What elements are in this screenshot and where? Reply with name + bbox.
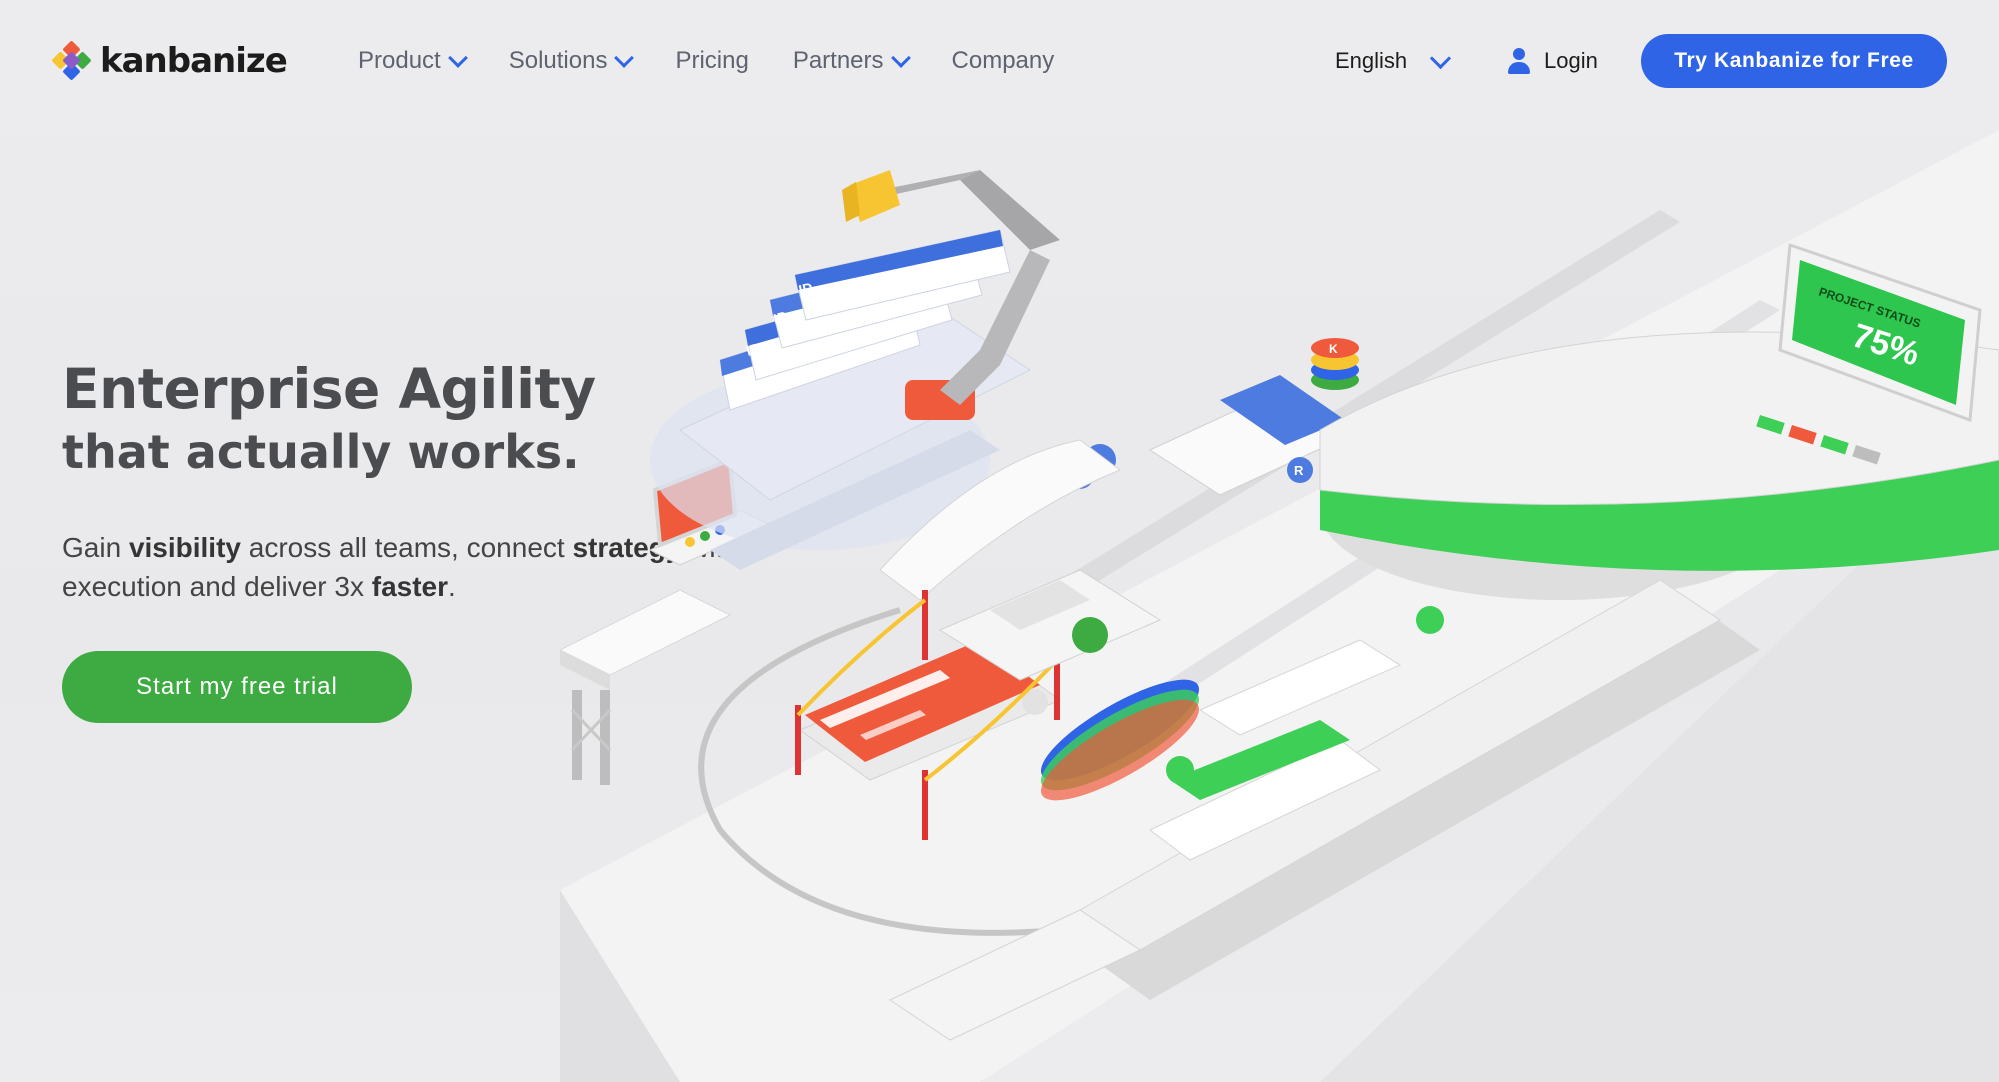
desc-text: Gain (62, 532, 129, 563)
hero-title: Enterprise Agility (62, 357, 596, 421)
factory-illustration: ID ID ID R K PROJECT STATUS 75% (560, 130, 1999, 1082)
chevron-down-icon (447, 48, 468, 68)
svg-text:R: R (1294, 463, 1304, 478)
try-free-button[interactable]: Try Kanbanize for Free (1641, 34, 1947, 88)
nav-item-label: Company (951, 47, 1055, 74)
main-menu: Product Solutions Pricing Partners Compa… (358, 44, 1098, 78)
nav-item-label: Partners (792, 47, 884, 74)
start-free-trial-button[interactable]: Start my free trial (62, 651, 412, 723)
desc-bold-visibility: visibility (128, 532, 241, 563)
svg-text:K: K (1329, 342, 1338, 356)
language-label: English (1335, 48, 1408, 73)
nav-item-company[interactable]: Company (952, 44, 1055, 78)
kanbanize-logo-icon (51, 40, 92, 81)
nav-item-label: Pricing (675, 47, 749, 74)
desc-text: . (448, 571, 456, 602)
nav-item-product[interactable]: Product (358, 44, 468, 78)
desc-text: across all teams, connect (240, 532, 573, 563)
brand-logo[interactable]: kanbanize (51, 40, 288, 82)
brand-name: kanbanize (100, 41, 288, 81)
chevron-down-icon (890, 48, 911, 68)
nav-item-pricing[interactable]: Pricing (675, 44, 748, 78)
user-icon (1508, 48, 1530, 74)
nav-item-solutions[interactable]: Solutions (508, 44, 635, 78)
language-selector[interactable]: English (1335, 44, 1452, 78)
nav-item-label: Solutions (508, 47, 608, 74)
nav-item-label: Product (358, 47, 441, 74)
page: kanbanize Product Solutions Pricing Part… (0, 0, 1999, 1082)
top-navigation: kanbanize Product Solutions Pricing Part… (0, 0, 1999, 122)
chevron-down-icon (614, 48, 635, 68)
desc-bold-faster: faster (371, 571, 449, 602)
login-label: Login (1544, 48, 1598, 73)
login-link[interactable]: Login (1508, 44, 1598, 78)
project-status-machine: PROJECT STATUS 75% (1319, 242, 1999, 600)
chevron-down-icon (1430, 47, 1452, 69)
nav-item-partners[interactable]: Partners (792, 44, 911, 78)
hero-subtitle: that actually works. (62, 425, 580, 479)
